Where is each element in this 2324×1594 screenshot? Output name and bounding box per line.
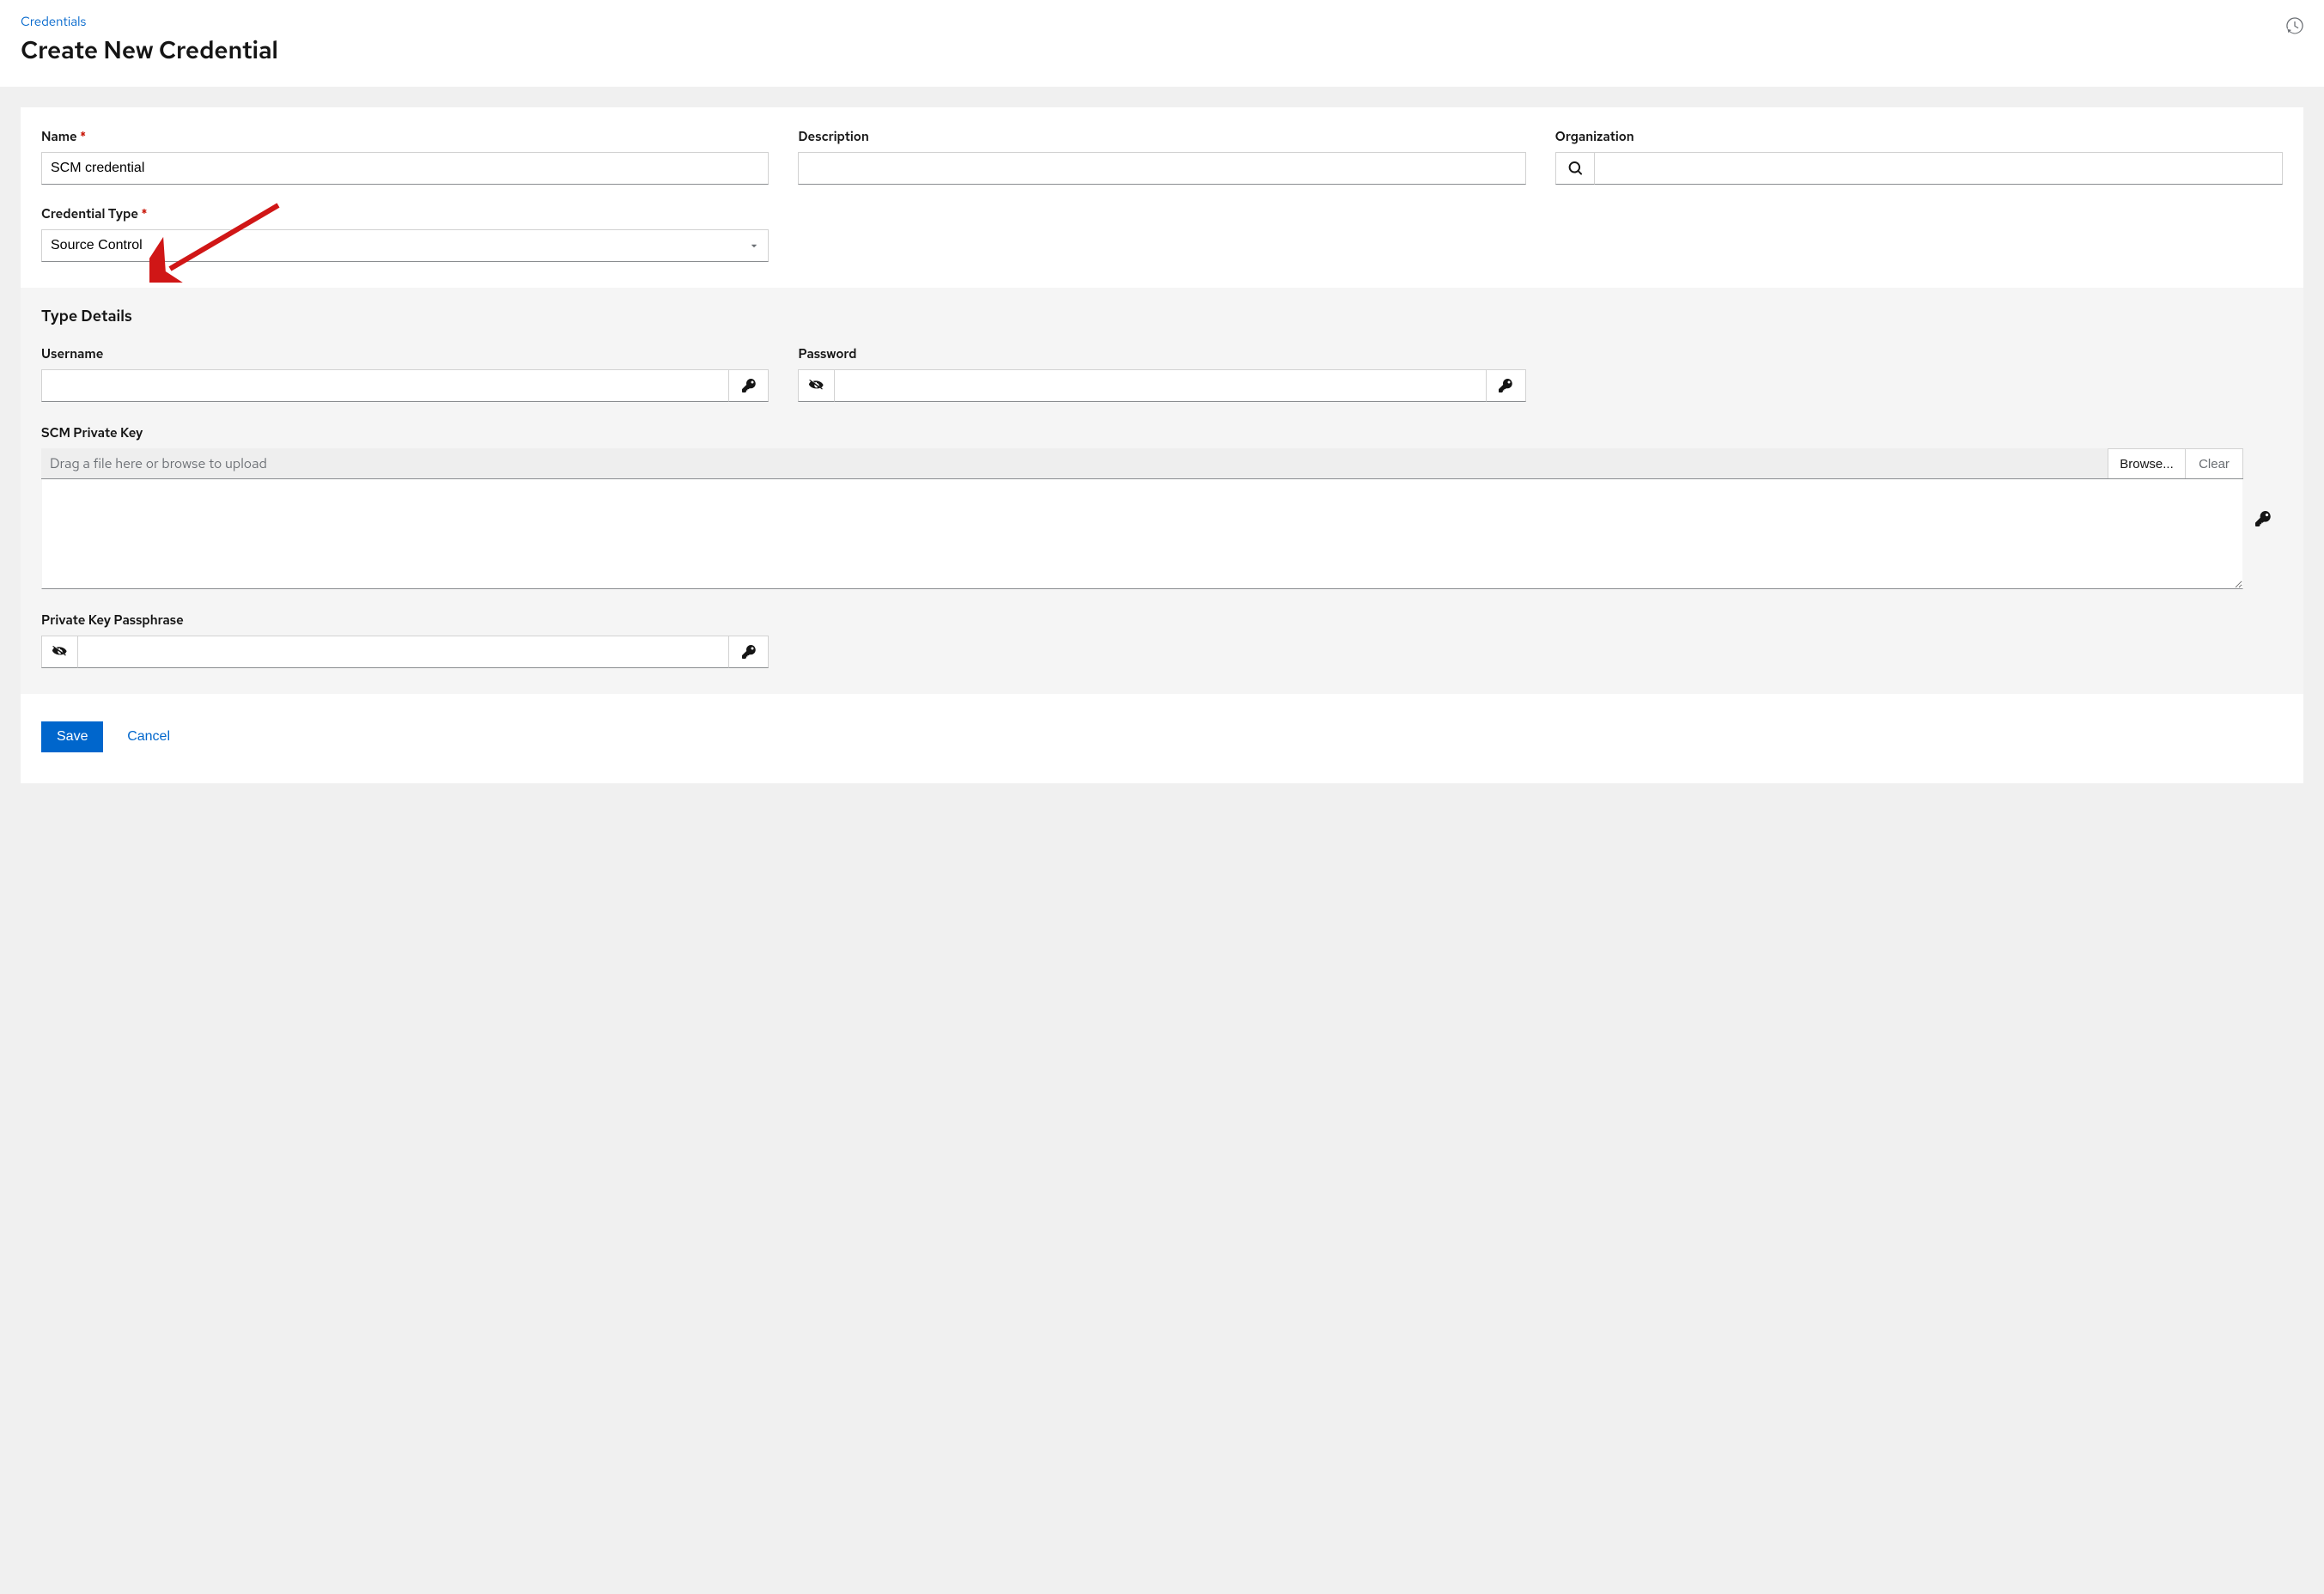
save-button[interactable]: Save — [41, 721, 103, 752]
key-icon — [2255, 511, 2271, 526]
password-label: Password — [798, 345, 1525, 362]
cancel-button[interactable]: Cancel — [127, 729, 170, 745]
breadcrumb-link-credentials[interactable]: Credentials — [21, 13, 86, 30]
history-icon[interactable] — [2286, 12, 2303, 34]
password-key-button[interactable] — [1487, 369, 1526, 402]
name-label: Name — [41, 128, 769, 145]
type-details-heading: Type Details — [41, 307, 2283, 326]
scm-private-key-dropzone[interactable]: Drag a file here or browse to upload — [41, 448, 2108, 478]
key-icon — [742, 379, 756, 392]
organization-label: Organization — [1555, 128, 2283, 145]
eye-slash-icon — [52, 644, 68, 660]
clear-button[interactable]: Clear — [2185, 448, 2243, 478]
passphrase-input[interactable] — [77, 636, 729, 668]
description-input[interactable] — [798, 152, 1525, 185]
description-label: Description — [798, 128, 1525, 145]
page-title: Create New Credential — [21, 33, 278, 66]
credential-type-select[interactable]: Source Control — [41, 229, 769, 262]
username-label: Username — [41, 345, 769, 362]
passphrase-label: Private Key Passphrase — [41, 611, 769, 629]
passphrase-visibility-toggle[interactable] — [41, 636, 77, 668]
eye-slash-icon — [809, 378, 824, 393]
username-input[interactable] — [41, 369, 729, 402]
browse-button[interactable]: Browse... — [2108, 448, 2185, 478]
organization-lookup-button[interactable] — [1555, 152, 1595, 185]
password-visibility-toggle[interactable] — [798, 369, 834, 402]
credential-type-label: Credential Type — [41, 205, 769, 222]
scm-private-key-textarea[interactable] — [41, 479, 2243, 589]
key-icon — [742, 645, 756, 659]
passphrase-key-button[interactable] — [729, 636, 769, 668]
breadcrumb: Credentials — [21, 12, 278, 30]
password-input[interactable] — [834, 369, 1486, 402]
scm-private-key-key-button[interactable] — [2243, 448, 2283, 589]
username-key-button[interactable] — [729, 369, 769, 402]
scm-private-key-label: SCM Private Key — [41, 424, 2283, 441]
key-icon — [1499, 379, 1512, 392]
search-icon — [1568, 161, 1582, 175]
organization-input[interactable] — [1595, 152, 2283, 185]
name-input[interactable] — [41, 152, 769, 185]
